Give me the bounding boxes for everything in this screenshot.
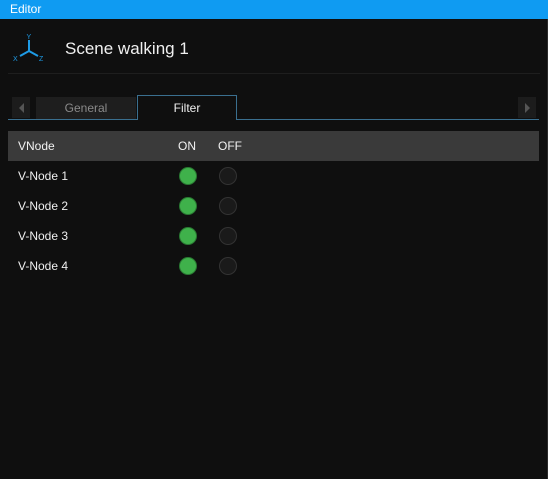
column-header-on: ON <box>178 139 196 153</box>
table-row: V-Node 1 <box>8 161 539 191</box>
editor-window: Editor Y X Z Scene walking 1 General Fil… <box>0 0 548 479</box>
axis-x-label: X <box>13 56 18 63</box>
column-header-vnode: VNode <box>18 139 55 153</box>
table-header: VNode ON OFF <box>8 131 539 161</box>
xyz-axis-icon: Y X Z <box>13 34 44 63</box>
on-radio-button[interactable] <box>179 167 197 185</box>
tab-scroll-right-button[interactable] <box>518 97 536 118</box>
on-radio-button[interactable] <box>179 227 197 245</box>
on-radio-button[interactable] <box>179 257 197 275</box>
chevron-right-icon <box>524 102 530 113</box>
tab-general[interactable]: General <box>36 97 136 119</box>
axis-y-label: Y <box>27 34 32 41</box>
vnode-label: V-Node 2 <box>18 199 69 213</box>
off-radio-button[interactable] <box>219 167 237 185</box>
header-divider <box>8 73 540 74</box>
scene-title: Scene walking 1 <box>65 39 189 58</box>
table-row: V-Node 3 <box>8 221 539 251</box>
off-radio-button[interactable] <box>219 197 237 215</box>
table-row: V-Node 4 <box>8 251 539 281</box>
on-radio-button[interactable] <box>179 197 197 215</box>
off-radio-button[interactable] <box>219 227 237 245</box>
vnode-label: V-Node 4 <box>18 259 69 273</box>
active-tab-gap <box>138 119 236 120</box>
tab-bar: General Filter <box>8 95 539 121</box>
vnode-label: V-Node 1 <box>18 169 69 183</box>
tab-underline <box>8 119 539 120</box>
window-titlebar: Editor <box>0 0 548 19</box>
table-row: V-Node 2 <box>8 191 539 221</box>
scene-header: Y X Z Scene walking 1 <box>0 19 548 74</box>
tab-filter[interactable]: Filter <box>137 95 237 120</box>
chevron-left-icon <box>18 102 24 113</box>
axis-z-label: Z <box>39 56 44 63</box>
column-header-off: OFF <box>218 139 242 153</box>
vnode-label: V-Node 3 <box>18 229 69 243</box>
off-radio-button[interactable] <box>219 257 237 275</box>
tab-scroll-left-button[interactable] <box>12 97 30 118</box>
